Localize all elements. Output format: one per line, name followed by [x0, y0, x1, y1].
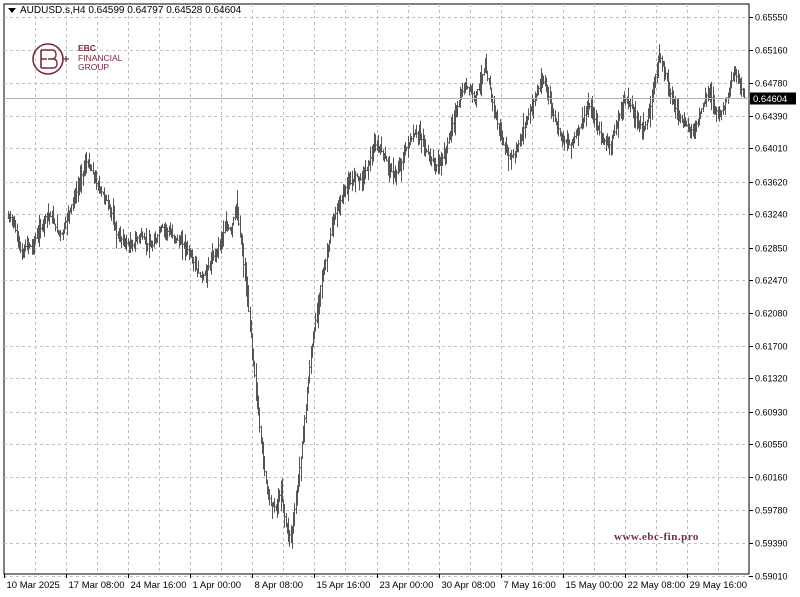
x-tick-label: 30 Apr 08:00 [442, 580, 496, 591]
y-tick-label: 0.62080 [755, 309, 788, 319]
x-tick-label: 7 May 16:00 [504, 580, 556, 591]
ebc-logo: EBC FINANCIAL GROUP [30, 40, 160, 80]
y-tick-label: 0.59390 [755, 539, 788, 549]
x-tick-label: 1 Apr 00:00 [193, 580, 242, 591]
website-watermark: www.ebc-fin.pro [614, 531, 699, 543]
y-tick-label: 0.63620 [755, 178, 788, 188]
y-tick-label: 0.60930 [755, 408, 788, 418]
symbol-ohlc-line: AUDUSD.s,H4 0.64599 0.64797 0.64528 0.64… [20, 5, 242, 16]
dropdown-triangle-icon[interactable] [8, 7, 16, 13]
y-tick-label: 0.62470 [755, 276, 788, 286]
y-tick-label: 0.64010 [755, 144, 788, 154]
x-tick-label: 15 May 00:00 [566, 580, 624, 591]
x-tick-label: 10 Mar 2025 [7, 580, 60, 591]
y-tick-label: 0.60550 [755, 440, 788, 450]
y-tick-label: 0.64780 [755, 79, 788, 89]
y-tick-label: 0.61700 [755, 342, 788, 352]
x-tick-label: 24 Mar 16:00 [131, 580, 187, 591]
price-chart[interactable]: 0.65550 0.65160 0.64780 0.64390 0.64010 0.636… [0, 0, 800, 597]
y-tick-label: 0.59010 [755, 572, 788, 582]
y-tick-label: 0.65550 [755, 13, 788, 23]
y-tick-label: 0.62850 [755, 244, 788, 254]
y-tick-label: 0.61320 [755, 374, 788, 384]
y-tick-label: 0.59780 [755, 506, 788, 516]
x-tick-label: 15 Apr 16:00 [317, 580, 371, 591]
y-tick-label: 0.63240 [755, 210, 788, 220]
x-tick-label: 17 Mar 08:00 [69, 580, 125, 591]
y-tick-label: 0.65160 [755, 46, 788, 56]
ebc-emblem-icon [32, 43, 69, 75]
last-price-label: 0.64604 [753, 94, 787, 105]
y-tick-label: 0.64390 [755, 112, 788, 122]
logo-line-group: GROUP [78, 62, 110, 72]
symbol-info: AUDUSD.s,H4 0.64599 0.64797 0.64528 0.64… [8, 5, 241, 16]
x-tick-label: 8 Apr 08:00 [255, 580, 304, 591]
x-tick-label: 22 May 08:00 [628, 580, 686, 591]
plot-area[interactable] [3, 3, 750, 575]
x-tick-label: 23 Apr 00:00 [380, 580, 434, 591]
x-tick-label: 29 May 16:00 [690, 580, 748, 591]
logo-wordmark: EBC FINANCIAL GROUP [78, 43, 122, 73]
y-tick-label: 0.60160 [755, 473, 788, 483]
